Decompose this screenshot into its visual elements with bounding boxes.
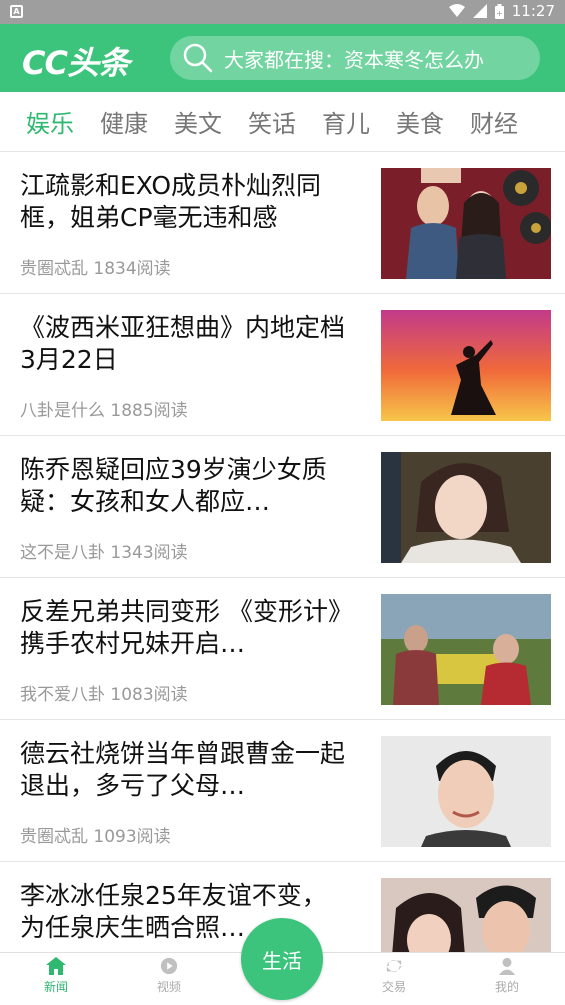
news-item[interactable]: 《波西米亚狂想曲》内地定档3月22日 八卦是什么 1885阅读	[0, 294, 565, 436]
news-title: 反差兄弟共同变形 《变形计》携手农村兄妹开启…	[20, 597, 341, 658]
life-fab-button[interactable]: 生活	[241, 918, 323, 1000]
app-logo: CC头条	[22, 44, 130, 82]
news-source: 八卦是什么	[20, 401, 105, 421]
nav-video-label: 视频	[156, 980, 181, 994]
news-item[interactable]: 德云社烧饼当年曾跟曹金一起退出，多亏了父母… 贵圈忒乱 1093阅读	[0, 720, 565, 862]
news-meta: 这不是八卦 1343阅读	[20, 538, 188, 563]
news-source: 贵圈忒乱	[20, 259, 88, 279]
tab-entertainment[interactable]: 娱乐	[26, 104, 74, 139]
news-reads: 1093阅读	[93, 827, 171, 847]
news-item[interactable]: 江疏影和EXO成员朴灿烈同框，姐弟CP毫无违和感 贵圈忒乱 1834阅读	[0, 152, 565, 294]
tab-jokes[interactable]: 笑话	[248, 104, 296, 139]
news-feed: 江疏影和EXO成员朴灿烈同框，姐弟CP毫无违和感 贵圈忒乱 1834阅读 《波西…	[0, 152, 565, 952]
nav-mine-label: 我的	[494, 980, 519, 994]
news-reads: 1083阅读	[110, 685, 188, 705]
news-title: 陈乔恩疑回应39岁演少女质疑：女孩和女人都应…	[20, 455, 327, 516]
nav-video[interactable]: 视频	[134, 957, 204, 995]
search-icon	[183, 43, 213, 73]
person-icon	[498, 957, 516, 975]
svg-text:+: +	[496, 9, 503, 18]
news-reads: 1885阅读	[110, 401, 188, 421]
news-thumbnail	[381, 736, 551, 847]
news-thumbnail	[381, 168, 551, 279]
nav-news-label: 新闻	[43, 980, 68, 994]
news-source: 这不是八卦	[20, 543, 105, 563]
news-meta: 贵圈忒乱 1834阅读	[20, 254, 171, 279]
status-time: 11:27	[511, 2, 555, 20]
status-bar: A + 11:27	[0, 0, 565, 24]
news-item[interactable]: 反差兄弟共同变形 《变形计》携手农村兄妹开启… 我不爱八卦 1083阅读	[0, 578, 565, 720]
news-item[interactable]: 陈乔恩疑回应39岁演少女质疑：女孩和女人都应… 这不是八卦 1343阅读	[0, 436, 565, 578]
battery-icon: +	[494, 3, 504, 19]
tab-health[interactable]: 健康	[100, 104, 148, 139]
news-thumbnail	[381, 878, 551, 952]
refresh-arrows-icon	[386, 959, 402, 973]
news-title: 德云社烧饼当年曾跟曹金一起退出，多亏了父母…	[20, 739, 346, 800]
nav-trade-label: 交易	[381, 980, 406, 994]
news-thumbnail	[381, 310, 551, 421]
news-meta: 贵圈忒乱 1093阅读	[20, 822, 171, 847]
app-notification-icon: A	[10, 5, 23, 18]
news-reads: 1834阅读	[93, 259, 171, 279]
news-source: 我不爱八卦	[20, 685, 105, 705]
wifi-icon	[448, 4, 465, 17]
signal-icon	[472, 4, 487, 18]
nav-trade[interactable]: 交易	[359, 957, 429, 995]
tab-finance[interactable]: 财经	[470, 104, 518, 139]
search-bar[interactable]: 大家都在搜：资本寒冬怎么办	[170, 36, 540, 80]
home-icon	[46, 957, 66, 975]
tab-food[interactable]: 美食	[396, 104, 444, 139]
news-title: 江疏影和EXO成员朴灿烈同框，姐弟CP毫无违和感	[20, 171, 322, 232]
status-icons: + 11:27	[448, 2, 555, 20]
news-meta: 八卦是什么 1885阅读	[20, 396, 188, 421]
tab-parenting[interactable]: 育儿	[322, 104, 370, 139]
news-reads: 1343阅读	[110, 543, 188, 563]
play-circle-icon	[160, 957, 178, 975]
news-thumbnail	[381, 594, 551, 705]
category-tabs: 娱乐 健康 美文 笑话 育儿 美食 财经	[0, 92, 565, 152]
app-header: CC头条 大家都在搜：资本寒冬怎么办	[0, 24, 565, 92]
nav-news[interactable]: 新闻	[21, 957, 91, 995]
nav-mine[interactable]: 我的	[472, 957, 542, 995]
news-thumbnail	[381, 452, 551, 563]
tab-essays[interactable]: 美文	[174, 104, 222, 139]
news-title: 《波西米亚狂想曲》内地定档3月22日	[20, 313, 346, 374]
news-source: 贵圈忒乱	[20, 827, 88, 847]
news-meta: 我不爱八卦 1083阅读	[20, 680, 188, 705]
search-placeholder: 大家都在搜：资本寒冬怎么办	[224, 47, 484, 72]
